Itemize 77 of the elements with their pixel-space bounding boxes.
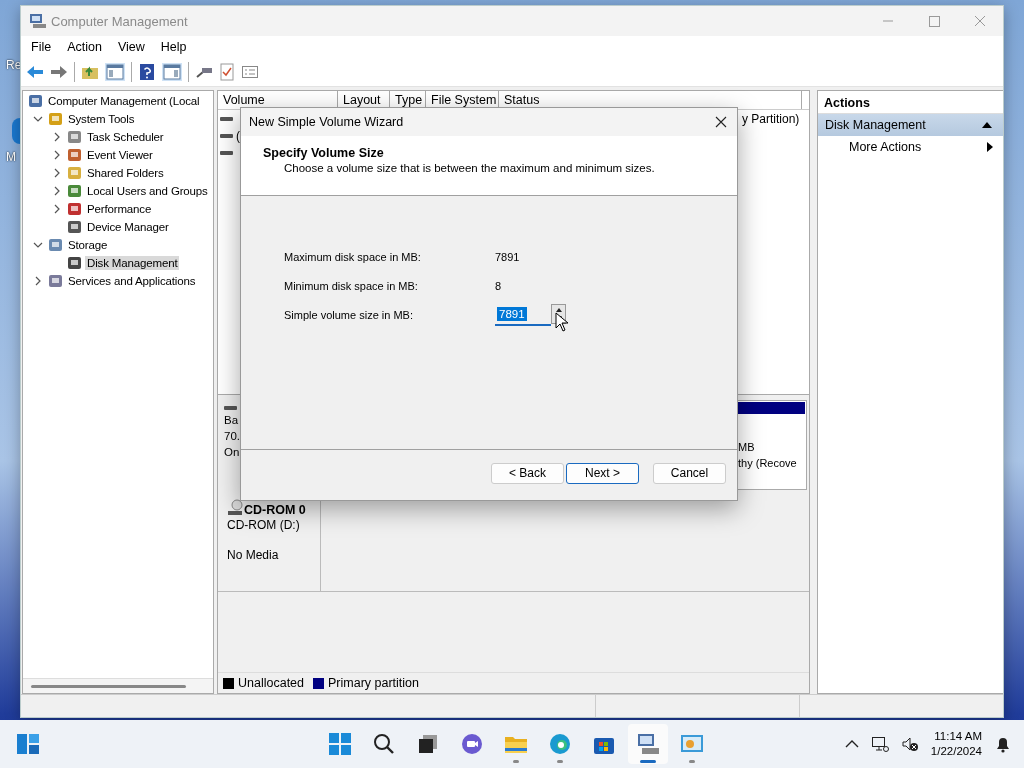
table-cell: (	[236, 128, 240, 143]
wizard-subheading: Choose a volume size that is between the maximum and minimum sizes.	[283, 162, 656, 174]
window-title: Computer Management	[51, 13, 189, 29]
partition-header-bar	[738, 402, 805, 414]
disk-name: CD-ROM 0	[244, 503, 306, 517]
action-item[interactable]: More Actions	[818, 136, 1003, 158]
dialog-button[interactable]: Cancel	[653, 462, 726, 484]
folder-up-icon[interactable]	[81, 64, 99, 80]
desktop-icon-label: Re	[6, 58, 22, 72]
menu-item[interactable]: File	[23, 38, 60, 56]
back-arrow-icon[interactable]	[26, 64, 44, 80]
drive-icon	[224, 404, 238, 412]
tree-item[interactable]: Event Viewer	[85, 148, 155, 162]
field-label: Simple volume size in MB:	[284, 309, 414, 321]
field-value: 8	[495, 280, 502, 292]
cd-drive-icon	[227, 499, 243, 517]
field-label: Minimum disk space in MB:	[284, 280, 419, 292]
field-value: 7891	[495, 251, 520, 263]
control-panel-icon	[680, 733, 704, 755]
dialog-button[interactable]: Next >	[566, 462, 639, 484]
partition-info-text: MB	[738, 440, 756, 455]
browser-icon	[549, 733, 571, 755]
wizard-heading: Specify Volume Size	[263, 146, 385, 160]
dialog-button[interactable]: < Back	[491, 462, 564, 484]
desktop-icon-label: M	[6, 150, 17, 164]
menu-item[interactable]: View	[109, 38, 153, 56]
drive-icon	[220, 148, 234, 157]
search-icon	[373, 733, 395, 755]
forward-arrow-icon[interactable]	[50, 64, 68, 80]
action-pane-icon[interactable]	[162, 63, 182, 81]
mouse-pointer-icon	[555, 312, 569, 332]
size-input-field[interactable]: 7891	[495, 304, 551, 326]
dialog-title: New Simple Volume Wizard	[249, 115, 404, 129]
partition-info-text: thy (Recove	[738, 456, 798, 471]
clock-date: 1/22/2024	[930, 744, 982, 759]
disk-info-text: Ba	[224, 413, 240, 428]
chat-icon	[461, 733, 483, 755]
tree-item[interactable]: Disk Management	[85, 256, 180, 270]
chevron-up-icon[interactable]	[844, 739, 859, 749]
clock[interactable]: 11:14 AM 1/22/2024	[930, 729, 982, 759]
legend-label: Unallocated	[238, 676, 304, 690]
console-tree-icon[interactable]	[105, 63, 125, 81]
close-icon[interactable]	[715, 116, 727, 128]
checklist-icon[interactable]	[219, 63, 235, 81]
disk-info-text: On	[224, 445, 241, 460]
tree-item[interactable]: Storage	[66, 238, 110, 252]
properties-icon[interactable]	[241, 64, 259, 80]
disk-info-text: 70.	[224, 429, 241, 444]
tree-item[interactable]: Local Users and Groups	[85, 184, 210, 198]
clock-time: 11:14 AM	[934, 729, 982, 744]
tree-item[interactable]: Device Manager	[85, 220, 171, 234]
partition-block[interactable]: MB thy (Recove	[736, 400, 807, 490]
drive-icon	[220, 131, 234, 140]
field-label: Maximum disk space in MB:	[284, 251, 422, 263]
menu-item[interactable]: Help	[152, 38, 195, 56]
notification-bell-icon[interactable]	[994, 735, 1012, 753]
actions-section-header[interactable]: Disk Management	[818, 114, 1003, 136]
windows-logo-icon	[329, 733, 351, 755]
network-icon[interactable]	[870, 735, 889, 753]
collapse-caret-icon[interactable]	[981, 121, 993, 129]
tree-item[interactable]: System Tools	[66, 112, 137, 126]
widgets-icon[interactable]	[16, 733, 40, 755]
tree-item[interactable]: Shared Folders	[85, 166, 166, 180]
volume-muted-icon[interactable]	[900, 735, 919, 753]
table-cell: y Partition)	[742, 111, 800, 126]
tree-item[interactable]: Services and Applications	[66, 274, 198, 288]
tree-item[interactable]: Performance	[85, 202, 154, 216]
submenu-arrow-icon	[987, 142, 993, 152]
legend-label: Primary partition	[328, 676, 419, 690]
menu-item[interactable]: Action	[59, 38, 110, 56]
tree-item[interactable]: Task Scheduler	[85, 130, 166, 144]
task-view-icon	[417, 733, 439, 755]
help-icon[interactable]	[138, 63, 156, 81]
drive-label: CD-ROM (D:)	[227, 517, 301, 533]
drive-icon	[220, 114, 234, 123]
media-status: No Media	[227, 547, 280, 563]
tree-item[interactable]: Computer Management (Local	[46, 94, 202, 108]
